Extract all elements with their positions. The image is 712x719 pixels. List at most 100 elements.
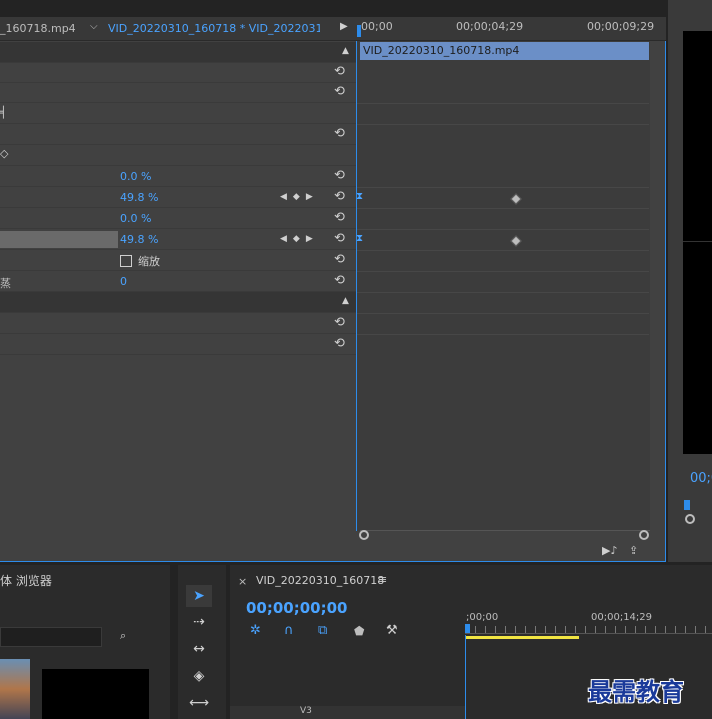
linked-selection-icon[interactable]: ⧉ xyxy=(318,623,327,638)
thumbnail-black[interactable] xyxy=(42,669,149,719)
value-slider[interactable] xyxy=(0,231,118,248)
partial-icon: ╡ xyxy=(0,106,7,119)
divider xyxy=(357,103,649,104)
thumbnail[interactable] xyxy=(0,659,30,719)
chevron-down-icon[interactable]: ⌵ xyxy=(90,21,98,32)
uniform-scale-checkbox[interactable] xyxy=(120,255,132,267)
reset-icon[interactable]: ⟲ xyxy=(334,232,348,246)
video-divider xyxy=(683,241,712,242)
section-header-row[interactable]: ▲ xyxy=(0,292,356,313)
keyframe-start[interactable]: ⧗ xyxy=(356,233,363,244)
program-playhead[interactable] xyxy=(684,500,690,510)
reset-icon[interactable]: ⟲ xyxy=(334,274,348,288)
snap-icon[interactable]: ✲ xyxy=(250,623,261,638)
scroll-track[interactable] xyxy=(360,530,650,531)
slip-tool-icon[interactable]: ⟷ xyxy=(186,692,212,714)
reset-icon[interactable]: ⟲ xyxy=(334,169,348,183)
source-clip-tab[interactable]: _160718.mp4 xyxy=(0,22,76,35)
play-only-icon[interactable]: ▶ xyxy=(340,21,348,32)
effect-timeline-area[interactable]: VID_20220310_160718.mp4 ⧗ ⧗ xyxy=(356,41,650,540)
property-row: 蒸 0 ⟲ xyxy=(0,271,356,292)
property-row: ⟲ xyxy=(0,334,356,355)
reset-icon[interactable]: ⟲ xyxy=(334,85,348,99)
sequence-tab-title[interactable]: VID_20220310_160718 xyxy=(256,574,384,587)
clip-name: VID_20220310_160718.mp4 xyxy=(363,44,520,57)
reset-icon[interactable]: ⟲ xyxy=(334,211,348,225)
program-scroll-handle[interactable] xyxy=(685,514,695,524)
clip-bar[interactable]: VID_20220310_160718.mp4 xyxy=(360,42,649,60)
divider xyxy=(357,124,649,125)
divider xyxy=(357,208,649,209)
transform-icon: ◇ xyxy=(0,147,9,160)
sequence-clip-tab[interactable]: VID_20220310_160718 * VID_20220310_... xyxy=(108,22,320,35)
selection-tool-icon[interactable]: ➤ xyxy=(186,585,212,607)
razor-tool-icon[interactable]: ◈ xyxy=(186,665,212,687)
reset-icon[interactable]: ⟲ xyxy=(334,316,348,330)
divider xyxy=(357,271,649,272)
property-row: ◇ xyxy=(0,145,356,166)
marker-icon[interactable]: ⬟ xyxy=(354,624,364,638)
media-browser-panel: 体 浏览器 ⌕ xyxy=(0,565,170,719)
timecode-start: 00;00 xyxy=(361,20,393,33)
track-label: V3 xyxy=(300,706,312,716)
sequence-timecode[interactable]: 00;00;00;00 xyxy=(246,599,348,617)
reset-icon[interactable]: ⟲ xyxy=(334,253,348,267)
property-row: 49.8 % ◀◆▶ ⟲ xyxy=(0,187,356,208)
work-area-bar[interactable] xyxy=(465,636,579,639)
scroll-handle-left[interactable] xyxy=(359,530,369,540)
reset-icon[interactable]: ⟲ xyxy=(334,337,348,351)
program-timecode[interactable]: 00;0 xyxy=(690,471,712,486)
scroll-handle-right[interactable] xyxy=(639,530,649,540)
track-header: V3 xyxy=(230,706,465,719)
collapse-icon[interactable]: ▲ xyxy=(342,46,349,56)
property-row: ⟲ xyxy=(0,124,356,145)
property-row: ⟲ xyxy=(0,62,356,83)
playhead-marker[interactable] xyxy=(357,25,361,37)
reset-icon[interactable]: ⟲ xyxy=(334,65,348,79)
property-value[interactable]: 0.0 % xyxy=(120,208,151,229)
uniform-scale-label: 缩放 xyxy=(138,255,160,268)
media-search-input[interactable] xyxy=(0,627,102,647)
sequence-playhead[interactable] xyxy=(465,624,470,633)
reset-icon[interactable]: ⟲ xyxy=(334,127,348,141)
keyframe[interactable] xyxy=(510,193,522,205)
wrench-icon[interactable]: ⚒ xyxy=(386,623,398,638)
collapse-icon[interactable]: ▲ xyxy=(342,296,349,306)
magnet-icon[interactable]: ∩ xyxy=(284,623,294,638)
property-value[interactable]: 49.8 % xyxy=(120,229,158,250)
keyframe-navigator[interactable]: ◀◆▶ xyxy=(280,187,319,208)
property-row: ╡ xyxy=(0,103,356,124)
watermark: 最需教育 xyxy=(588,677,684,706)
keyframe[interactable] xyxy=(510,235,522,247)
property-value[interactable]: 49.8 % xyxy=(120,187,158,208)
timecode-mid: 00;00;04;29 xyxy=(456,20,524,33)
reset-icon[interactable]: ⟲ xyxy=(334,190,348,204)
divider xyxy=(357,313,649,314)
play-audio-icon[interactable]: ▶♪ xyxy=(602,544,617,557)
effect-controls-header: _160718.mp4 ⌵ VID_20220310_160718 * VID_… xyxy=(0,17,666,41)
close-icon[interactable]: × xyxy=(238,575,247,588)
divider xyxy=(357,229,649,230)
property-value[interactable]: 0.0 % xyxy=(120,166,151,187)
divider xyxy=(357,187,649,188)
ruler-start: ;00;00 xyxy=(466,612,499,623)
divider xyxy=(357,292,649,293)
program-monitor: 00;0 xyxy=(668,0,712,562)
property-row: ⟲ xyxy=(0,313,356,334)
section-header-row[interactable]: ▲ xyxy=(0,42,356,63)
search-icon[interactable]: ⌕ xyxy=(120,629,126,643)
track-select-tool-icon[interactable]: ⇢ xyxy=(186,611,212,633)
ripple-edit-tool-icon[interactable]: ↔ xyxy=(186,638,212,660)
menu-icon[interactable]: ≡ xyxy=(378,573,387,586)
time-ruler[interactable] xyxy=(465,626,712,634)
keyframe-navigator[interactable]: ◀◆▶ xyxy=(280,229,319,250)
media-browser-title[interactable]: 体 浏览器 xyxy=(0,572,52,589)
keyframe-start[interactable]: ⧗ xyxy=(356,191,363,202)
property-row: 49.8 % ◀◆▶ ⟲ xyxy=(0,229,356,250)
timecode-end: 00;00;09;29 xyxy=(587,20,655,33)
property-row: ⟲ xyxy=(0,82,356,103)
property-value[interactable]: 0 xyxy=(120,271,127,292)
playhead-line xyxy=(465,635,466,719)
ruler-mid: 00;00;14;29 xyxy=(591,612,653,623)
export-icon[interactable]: ⇪ xyxy=(629,544,638,557)
